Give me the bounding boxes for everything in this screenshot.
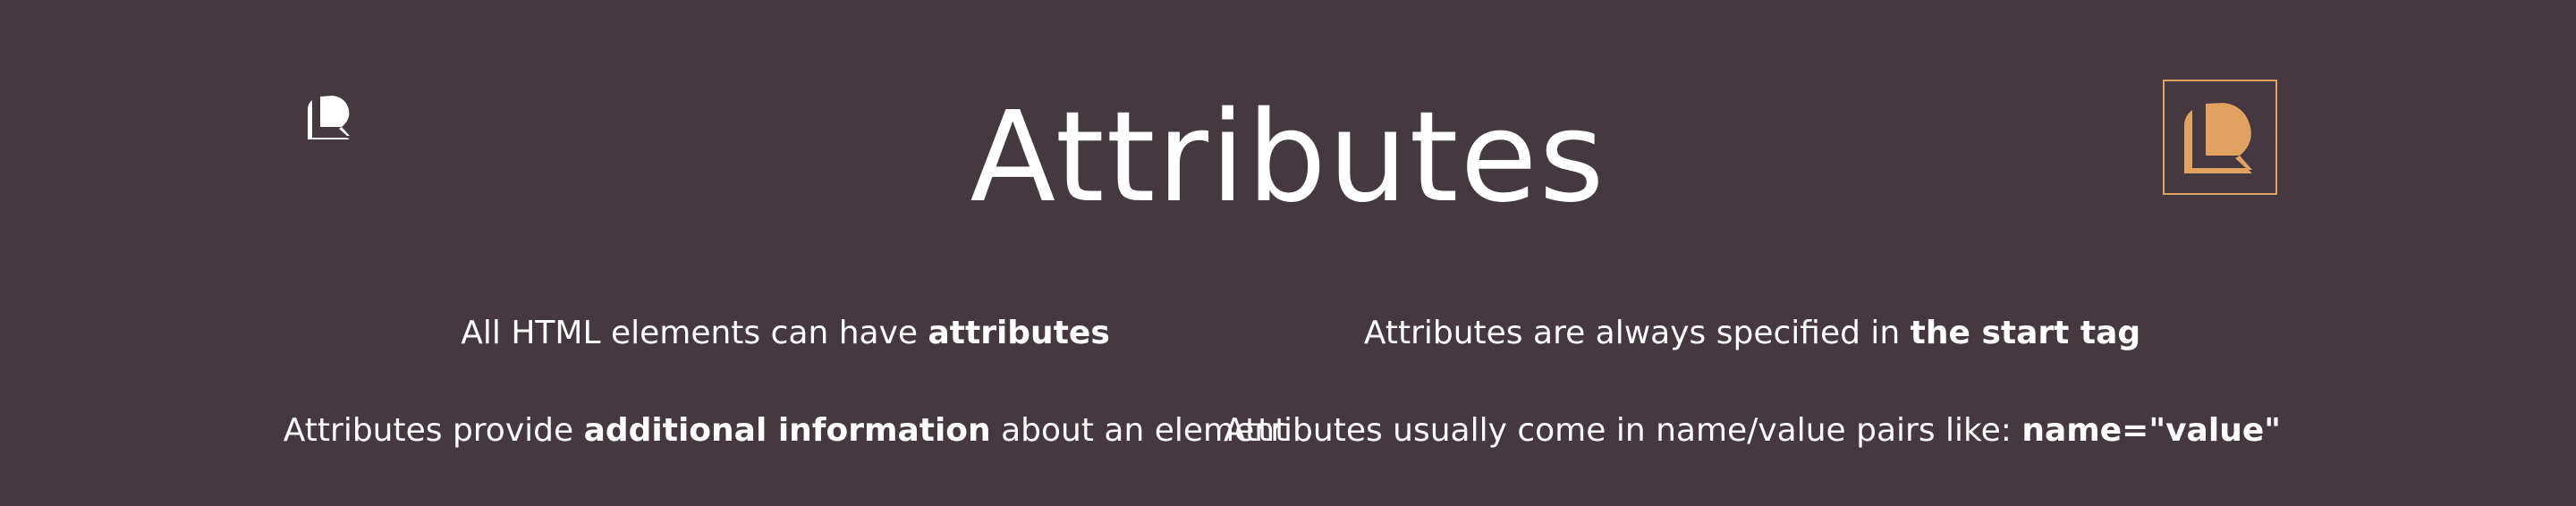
point-text: Attributes provide [283,412,584,449]
point-highlight: attributes [928,315,1110,351]
point-additional-info: Attributes provide additional informatio… [284,410,1287,451]
logo-box [2163,80,2277,195]
point-highlight: the start tag [1910,315,2141,351]
point-name-value: Attributes usually come in name/value pa… [1224,410,2281,451]
point-text: Attributes are always specified in [1363,315,1911,351]
brand-logo-icon [2184,102,2252,173]
point-text: Attributes usually come in name/value pa… [1224,412,2022,449]
point-highlight: additional information [583,412,991,449]
point-text: All HTML elements can have [461,315,928,351]
point-highlight: name="value" [2021,412,2281,449]
point-start-tag: Attributes are always specified in the s… [1364,313,2140,354]
point-attributes: All HTML elements can have attributes [461,313,1110,354]
